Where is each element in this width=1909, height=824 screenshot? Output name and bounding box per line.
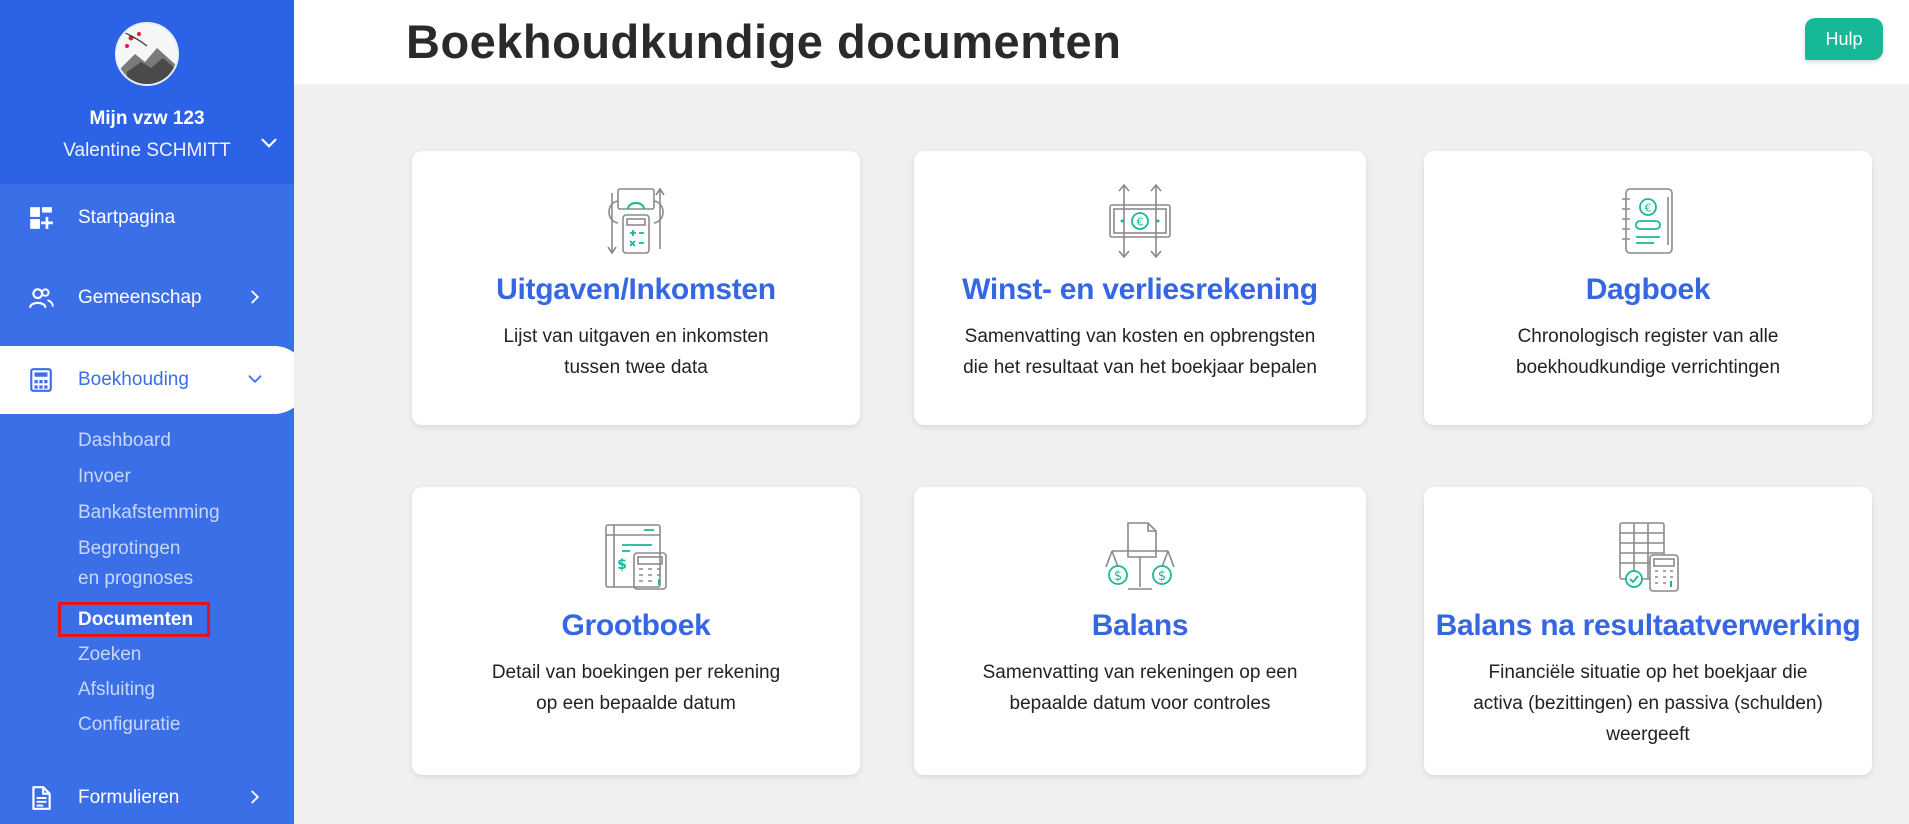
svg-text:€: € <box>1645 202 1652 215</box>
card-description: Lijst van uitgaven en inkomsten tussen t… <box>412 321 860 383</box>
card-desc-line: Detail van boekingen per rekening <box>491 662 781 683</box>
card-desc-line: Samenvatting van kosten en opbrengsten <box>964 326 1316 347</box>
card-desc-line: Financiële situatie op het boekjaar die <box>1488 662 1808 683</box>
card-description: Chronologisch register van alle boekhoud… <box>1424 321 1872 383</box>
ledger-calculator-icon: $ <box>605 524 667 590</box>
card-description: Samenvatting van rekeningen op een bepaa… <box>914 657 1366 719</box>
svg-text:$: $ <box>1114 569 1122 584</box>
card-winst-verliesrekening[interactable]: € Winst- en verliesrekening Samenvatting… <box>914 151 1366 425</box>
card-title: Balans <box>1091 609 1189 642</box>
document-icon <box>32 786 51 810</box>
nav-item-gemeenschap[interactable]: Gemeenschap <box>0 264 294 332</box>
card-desc-line: Chronologisch register van alle <box>1517 326 1779 347</box>
svg-text:$: $ <box>617 557 627 573</box>
user-name[interactable]: Valentine SCHMITT <box>0 140 294 162</box>
help-button[interactable]: Hulp <box>1805 18 1883 60</box>
card-desc-line: boekhoudkundige verrichtingen <box>1515 357 1781 378</box>
chevron-down-icon[interactable] <box>256 130 282 156</box>
nav-item-boekhouding[interactable]: Boekhouding <box>0 346 294 414</box>
page-title: Boekhoudkundige documenten <box>406 15 1122 68</box>
subnav-bankafstemming[interactable]: Bankafstemming <box>78 502 220 524</box>
subnav-begrotingen[interactable]: Begrotingen <box>78 538 180 560</box>
sidebar-header: Mijn vzw 123 Valentine SCHMITT <box>0 0 294 184</box>
card-desc-line: Samenvatting van rekeningen op een <box>982 662 1298 683</box>
subnav-documenten[interactable]: Documenten <box>78 609 193 631</box>
nav-item-formulieren[interactable]: Formulieren <box>0 764 294 824</box>
page-header: Boekhoudkundige documenten Hulp <box>294 0 1909 84</box>
card-description: Detail van boekingen per rekening op een… <box>412 657 860 719</box>
avatar[interactable] <box>115 22 179 86</box>
card-balans[interactable]: $ $ Balans Samenvatting van rekeningen o… <box>914 487 1366 775</box>
nav-item-startpagina[interactable]: Startpagina <box>0 184 294 252</box>
card-balans-na-resultaatverwerking[interactable]: Balans na resultaatverwerking Financiële… <box>1424 487 1872 775</box>
calculator-icon <box>30 368 52 392</box>
card-grootboek[interactable]: $ Grootboek Detail van boekingen per rek… <box>412 487 860 775</box>
svg-text:€: € <box>1137 216 1144 229</box>
users-icon <box>29 288 54 309</box>
nav-label: Boekhouding <box>78 369 189 390</box>
card-desc-line: bepaalde datum voor controles <box>1009 693 1271 714</box>
chevron-down-icon <box>248 375 262 384</box>
subnav-begrotingen-line2[interactable]: en prognoses <box>78 568 193 590</box>
spreadsheet-calculator-icon <box>1619 522 1679 592</box>
card-desc-line: op een bepaalde datum <box>536 693 736 714</box>
card-desc-line: activa (bezittingen) en passiva (schulde… <box>1473 693 1823 714</box>
card-desc-line: Lijst van uitgaven en inkomsten <box>503 326 769 347</box>
card-uitgaven-inkomsten[interactable]: Uitgaven/Inkomsten Lijst van uitgaven en… <box>412 151 860 425</box>
org-name: Mijn vzw 123 <box>89 108 205 129</box>
card-description: Financiële situatie op het boekjaar die … <box>1424 657 1872 750</box>
card-desc-line: weergeeft <box>1606 724 1690 745</box>
card-desc-line: tussen twee data <box>564 357 708 378</box>
card-title: Dagboek <box>1585 273 1711 306</box>
nav-label: Gemeenschap <box>78 287 202 308</box>
subnav-zoeken[interactable]: Zoeken <box>78 644 141 666</box>
card-description: Samenvatting van kosten en opbrengsten d… <box>914 321 1366 383</box>
card-dagboek[interactable]: € Dagboek Chronologisch register van all… <box>1424 151 1872 425</box>
balance-scale-icon: $ $ <box>1105 522 1175 590</box>
subnav-invoer[interactable]: Invoer <box>78 466 131 488</box>
nav-label: Startpagina <box>78 207 176 228</box>
dashboard-grid-icon <box>30 207 53 229</box>
subnav-afsluiting[interactable]: Afsluiting <box>78 679 155 701</box>
card-title: Uitgaven/Inkomsten <box>496 273 776 306</box>
calculator-exchange-icon <box>607 187 665 255</box>
card-title: Balans na resultaatverwerking <box>1435 609 1861 642</box>
card-desc-line: die het resultaat van het boekjaar bepal… <box>963 357 1317 378</box>
card-title: Grootboek <box>561 609 711 642</box>
chevron-right-icon <box>251 290 260 304</box>
sidebar: Mijn vzw 123 Valentine SCHMITT Startpagi… <box>0 0 294 824</box>
subnav-dashboard[interactable]: Dashboard <box>78 430 171 452</box>
journal-book-icon: € <box>1622 188 1673 254</box>
subnav-configuratie[interactable]: Configuratie <box>78 714 180 736</box>
chevron-right-icon <box>251 790 260 804</box>
money-bill-arrows-icon: € <box>1109 183 1171 259</box>
card-title: Winst- en verliesrekening <box>962 273 1318 306</box>
svg-text:$: $ <box>1158 569 1166 584</box>
nav-label: Formulieren <box>78 787 180 808</box>
